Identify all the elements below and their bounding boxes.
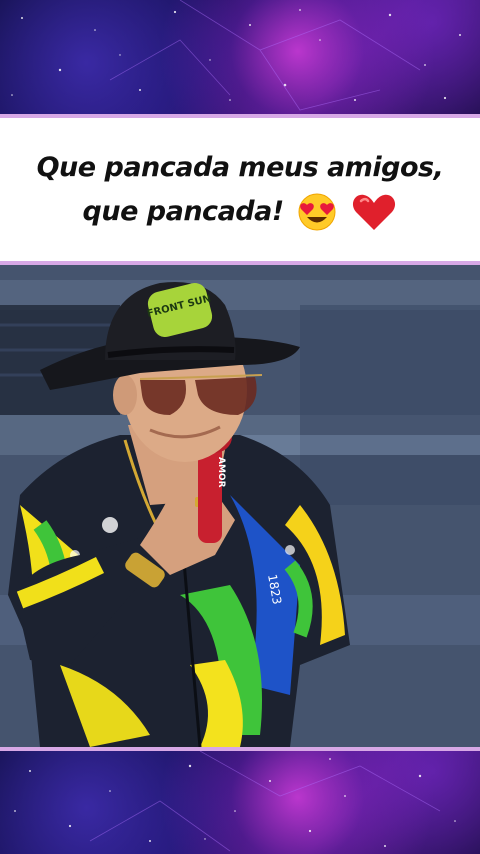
red-heart-emoji-icon: [353, 194, 396, 230]
heart-eyes-emoji-icon: [298, 193, 336, 231]
stars-top: [11, 0, 461, 111]
mic-label: AMOR: [216, 457, 226, 488]
caption-panel: Que pancada meus amigos, que pancada!: [0, 118, 480, 261]
performer-photo: 1823 AMOR FRONT SUN: [0, 265, 480, 747]
stars-bottom: [14, 751, 456, 852]
performer-illustration: 1823 AMOR FRONT SUN: [0, 265, 480, 747]
space-background-bottom: [0, 751, 480, 854]
caption-line-1: Que pancada meus amigos,: [36, 151, 444, 183]
space-background-top: [0, 0, 480, 114]
caption-line-2: que pancada!: [82, 195, 285, 227]
caption-text: Que pancada meus amigos, que pancada!: [37, 146, 444, 234]
video-frame: Que pancada meus amigos, que pancada! 18…: [0, 0, 480, 854]
